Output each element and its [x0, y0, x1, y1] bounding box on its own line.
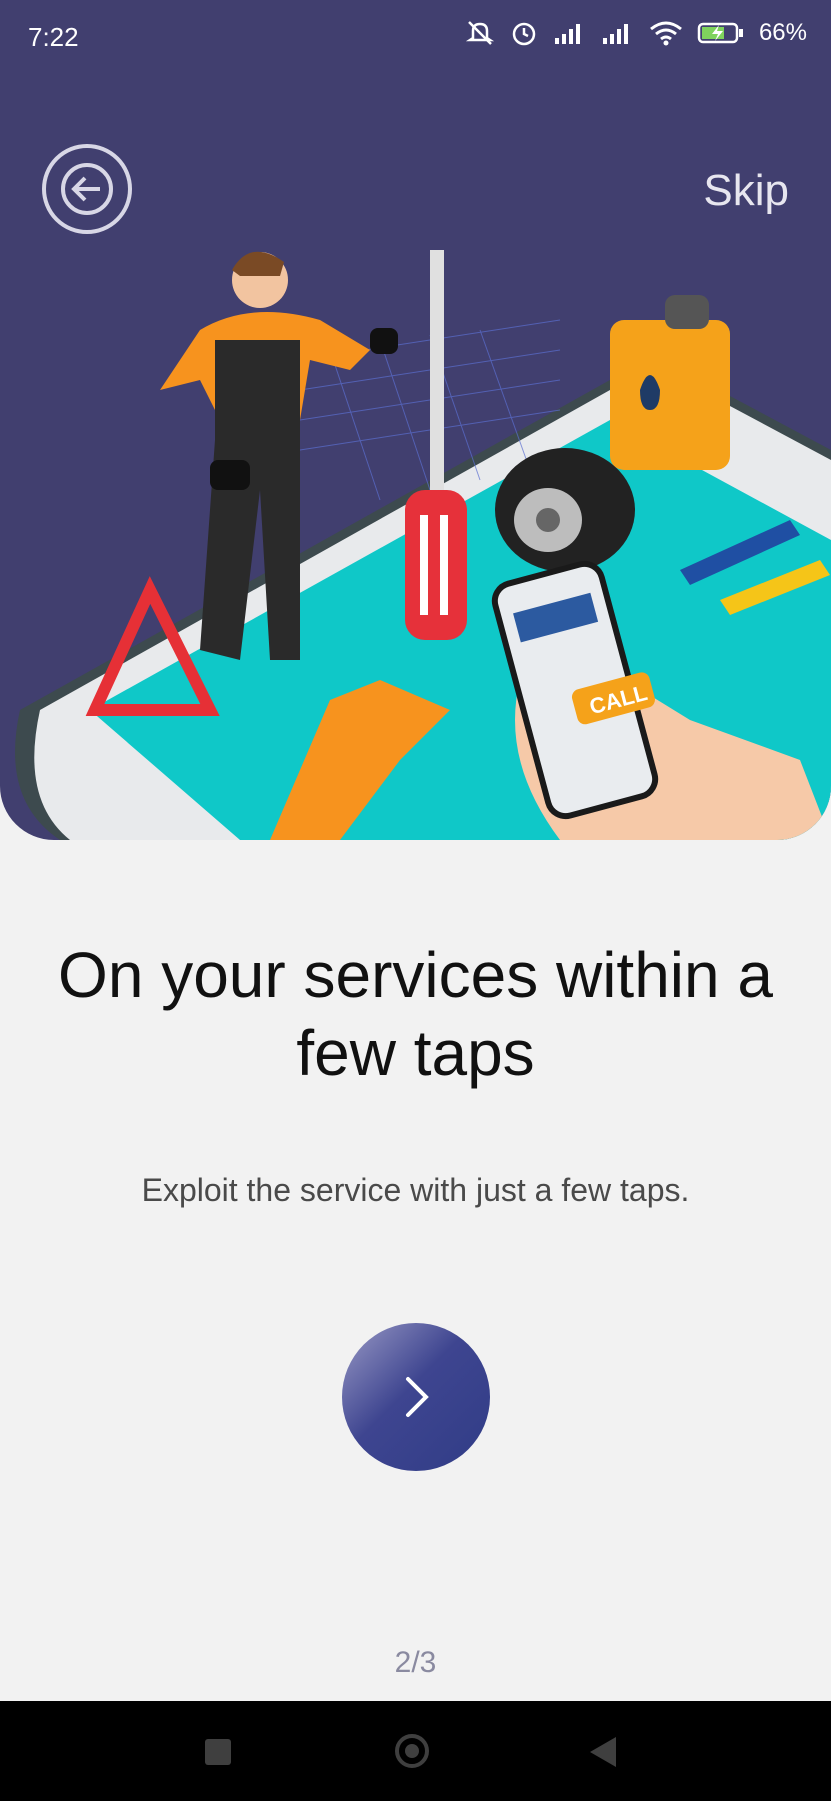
- signal-icon: [554, 24, 580, 44]
- mechanic-phone-illustration: CALL: [15, 250, 831, 840]
- status-bar: 7:22 66%: [0, 0, 831, 76]
- back-icon[interactable]: [590, 1737, 616, 1767]
- page-subtitle: Exploit the service with just a few taps…: [141, 1172, 690, 1208]
- chevron-right-icon: [406, 1377, 429, 1417]
- home-icon[interactable]: [395, 1734, 429, 1768]
- page-indicator: 2/3: [394, 1646, 437, 1679]
- skip-button[interactable]: Skip: [703, 166, 789, 216]
- signal-icon: [602, 24, 628, 44]
- notification-off-icon: [465, 21, 495, 45]
- battery-charging-icon: [697, 22, 743, 44]
- arrow-left-icon: [61, 163, 113, 215]
- back-button[interactable]: [42, 144, 132, 234]
- next-button[interactable]: [342, 1323, 490, 1471]
- system-nav-bar: [0, 1701, 831, 1801]
- battery-percent: 66%: [758, 19, 807, 46]
- status-time: 7:22: [28, 22, 79, 52]
- page-title: On your services within a few taps: [58, 939, 773, 1089]
- recent-apps-icon[interactable]: [205, 1739, 231, 1765]
- alarm-icon: [512, 22, 536, 46]
- status-icons: 66%: [465, 18, 807, 48]
- hero-banner: 7:22 66% Skip CALL: [0, 0, 831, 840]
- wifi-icon: [650, 21, 682, 46]
